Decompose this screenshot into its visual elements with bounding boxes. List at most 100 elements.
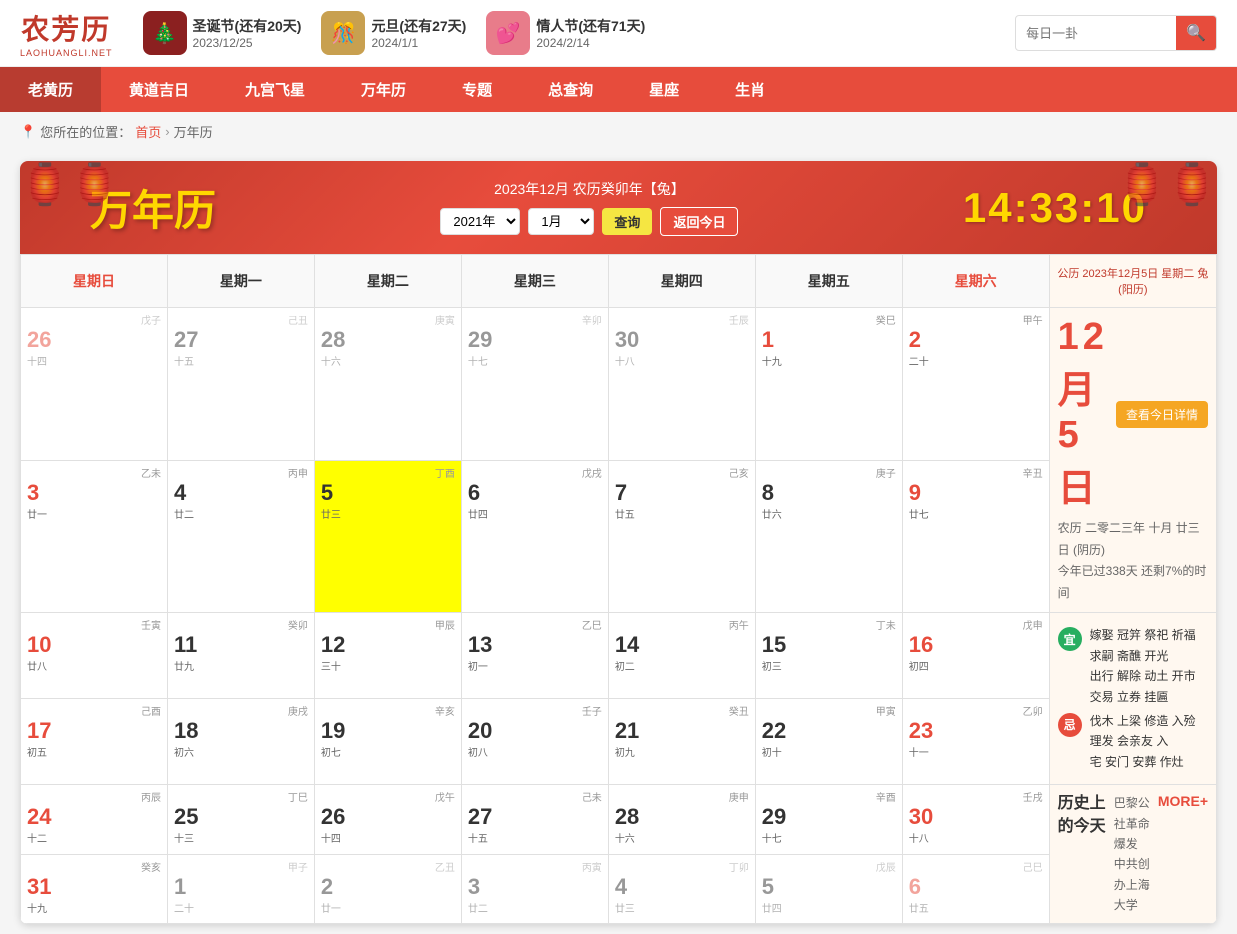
calendar-cell[interactable]: 戊辰5廿四	[755, 854, 902, 924]
day-lunar: 初一	[468, 658, 602, 673]
calendar-cell[interactable]: 己丑27十五	[167, 308, 314, 461]
day-lunar: 十五	[468, 830, 602, 845]
nav-item-xingzuo[interactable]: 星座	[621, 67, 707, 112]
calendar-cell[interactable]: 丁酉5廿三	[314, 460, 461, 613]
day-lunar: 十四	[321, 830, 455, 845]
today-button[interactable]: 返回今日	[660, 207, 738, 236]
calendar-cell[interactable]: 壬子20初八	[461, 699, 608, 785]
calendar-cell[interactable]: 己亥7廿五	[608, 460, 755, 613]
calendar-header-row: 星期日 星期一 星期二 星期三 星期四 星期五 星期六 公历 2023年12月5…	[21, 255, 1217, 308]
calendar-cell[interactable]: 癸卯11廿九	[167, 613, 314, 699]
calendar-cell[interactable]: 甲午2二十	[902, 308, 1049, 461]
nav-item-wannianli[interactable]: 万年历	[333, 67, 434, 112]
calendar-cell[interactable]: 辛亥19初七	[314, 699, 461, 785]
day-number: 15	[762, 632, 896, 658]
day-lunar: 廿七	[909, 506, 1043, 521]
calendar-cell[interactable]: 壬戌30十八	[902, 785, 1049, 855]
day-number: 3	[468, 874, 602, 900]
day-lunar: 十六	[321, 353, 455, 368]
calendar-cell[interactable]: 丁卯4廿三	[608, 854, 755, 924]
nav-item-zhuanti[interactable]: 专题	[434, 67, 520, 112]
day-lunar: 三十	[321, 658, 455, 673]
history-title: 历史上的今天	[1058, 793, 1106, 838]
logo-text: 农芳历	[21, 8, 111, 48]
day-number: 29	[762, 804, 896, 830]
day-stem: 丁巳	[174, 789, 308, 804]
calendar-cell[interactable]: 己未27十五	[461, 785, 608, 855]
calendar-cell[interactable]: 庚寅28十六	[314, 308, 461, 461]
holiday-valentine[interactable]: 💕 情人节(还有71天) 2024/2/14	[486, 11, 645, 55]
calendar-cell[interactable]: 甲辰12三十	[314, 613, 461, 699]
calendar-cell[interactable]: 戊子26十四	[21, 308, 168, 461]
logo[interactable]: 农芳历 LAOHUANGLI.NET	[20, 8, 113, 58]
day-number: 26	[321, 804, 455, 830]
main-nav: 老黄历 黄道吉日 九宫飞星 万年历 专题 总查询 星座 生肖	[0, 67, 1237, 112]
day-stem: 甲辰	[321, 617, 455, 632]
calendar-cell[interactable]: 辛丑9廿七	[902, 460, 1049, 613]
calendar-row: 己酉17初五庚戌18初六辛亥19初七壬子20初八癸丑21初九甲寅22初十乙卯23…	[21, 699, 1217, 785]
calendar-row: 癸亥31十九甲子1二十乙丑2廿一丙寅3廿二丁卯4廿三戊辰5廿四己巳6廿五	[21, 854, 1217, 924]
calendar-cell[interactable]: 丙申4廿二	[167, 460, 314, 613]
calendar-cell[interactable]: 己巳6廿五	[902, 854, 1049, 924]
calendar-cell[interactable]: 庚申28十六	[608, 785, 755, 855]
calendar-cell[interactable]: 庚子8廿六	[755, 460, 902, 613]
calendar-cell[interactable]: 癸亥31十九	[21, 854, 168, 924]
day-lunar: 十八	[615, 353, 749, 368]
search-box: 🔍	[1015, 15, 1217, 51]
calendar-cell[interactable]: 丁巳25十三	[167, 785, 314, 855]
newyear-name: 元旦(还有27天)	[371, 16, 466, 36]
calendar-cell[interactable]: 甲子1二十	[167, 854, 314, 924]
year-select[interactable]: 2019年2020年2021年2022年2023年2024年2025年	[440, 208, 520, 235]
day-stem: 丙寅	[468, 859, 602, 874]
calendar-cell[interactable]: 辛卯29十七	[461, 308, 608, 461]
search-button[interactable]: 🔍	[1176, 16, 1216, 50]
calendar-cell[interactable]: 丙午14初二	[608, 613, 755, 699]
calendar-cell[interactable]: 辛酉29十七	[755, 785, 902, 855]
breadcrumb-home[interactable]: 首页	[135, 122, 161, 141]
weekday-mon: 星期一	[167, 255, 314, 308]
valentine-icon: 💕	[486, 11, 530, 55]
calendar-cell[interactable]: 癸巳1十九	[755, 308, 902, 461]
calendar-cell[interactable]: 戊申16初四	[902, 613, 1049, 699]
day-number: 21	[615, 718, 749, 744]
calendar-subtitle: 2023年12月 农历癸卯年【兔】	[494, 179, 685, 199]
calendar-cell[interactable]: 甲寅22初十	[755, 699, 902, 785]
valentine-name: 情人节(还有71天)	[536, 16, 645, 36]
calendar-row: 戊子26十四己丑27十五庚寅28十六辛卯29十七壬辰30十八癸巳1十九甲午2二十…	[21, 308, 1217, 461]
nav-item-shengxiao[interactable]: 生肖	[707, 67, 793, 112]
calendar-cell[interactable]: 壬辰30十八	[608, 308, 755, 461]
nav-item-huangdaoji[interactable]: 黄道吉日	[101, 67, 217, 112]
calendar-cell[interactable]: 乙巳13初一	[461, 613, 608, 699]
detail-button[interactable]: 查看今日详情	[1116, 401, 1208, 428]
nav-item-laohunali[interactable]: 老黄历	[0, 67, 101, 112]
nav-item-jiugong[interactable]: 九宫飞星	[217, 67, 333, 112]
calendar-cell[interactable]: 乙未3廿一	[21, 460, 168, 613]
day-lunar: 十八	[909, 830, 1043, 845]
day-number: 5	[762, 874, 896, 900]
calendar-cell[interactable]: 戊午26十四	[314, 785, 461, 855]
calendar-cell[interactable]: 壬寅10廿八	[21, 613, 168, 699]
nav-item-zongchaxun[interactable]: 总查询	[520, 67, 621, 112]
calendar-cell[interactable]: 丙寅3廿二	[461, 854, 608, 924]
day-number: 23	[909, 718, 1043, 744]
month-select[interactable]: 1月2月3月4月5月6月7月8月9月10月11月12月	[528, 208, 594, 235]
calendar-cell[interactable]: 丁未15初三	[755, 613, 902, 699]
day-stem: 甲午	[909, 312, 1043, 327]
more-link[interactable]: MORE+	[1158, 793, 1208, 809]
query-button[interactable]: 查询	[602, 208, 652, 235]
search-input[interactable]	[1016, 20, 1176, 47]
calendar-cell[interactable]: 丙辰24十二	[21, 785, 168, 855]
calendar-cell[interactable]: 庚戌18初六	[167, 699, 314, 785]
calendar-cell[interactable]: 己酉17初五	[21, 699, 168, 785]
holiday-newyear[interactable]: 🎊 元旦(还有27天) 2024/1/1	[321, 11, 466, 55]
day-lunar: 十六	[615, 830, 749, 845]
day-stem: 己酉	[27, 703, 161, 718]
calendar-cell[interactable]: 乙丑2廿一	[314, 854, 461, 924]
calendar-cell[interactable]: 乙卯23十一	[902, 699, 1049, 785]
calendar-cell[interactable]: 癸丑21初九	[608, 699, 755, 785]
weekday-wed: 星期三	[461, 255, 608, 308]
calendar-cell[interactable]: 戊戌6廿四	[461, 460, 608, 613]
info-yiji-cell: 宜 嫁娶 冠笄 祭祀 祈福 求嗣 斋醮 开光出行 解除 动土 开市 交易 立券 …	[1049, 613, 1216, 785]
holiday-christmas[interactable]: 🎄 圣诞节(还有20天) 2023/12/25	[143, 11, 302, 55]
day-lunar: 廿二	[468, 900, 602, 915]
